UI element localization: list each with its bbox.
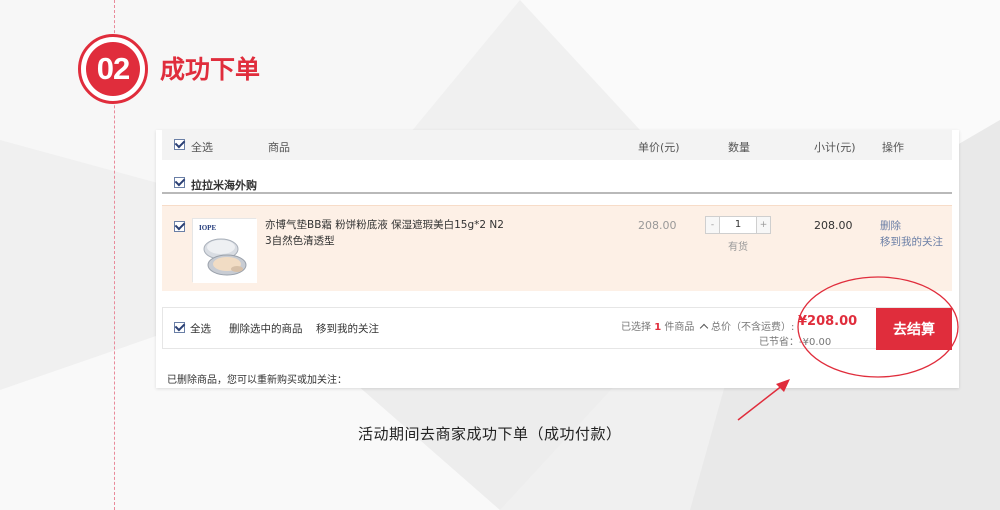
select-all-checkbox-bottom[interactable] xyxy=(174,322,185,333)
removed-items-note: 已删除商品，您可以重新购买或加关注： xyxy=(167,375,347,386)
delete-selected-link[interactable]: 删除选中的商品 xyxy=(229,321,303,336)
qty-increase-button[interactable]: + xyxy=(757,217,770,233)
cushion-compact-image: IOPE xyxy=(193,219,257,283)
qty-input[interactable]: 1 xyxy=(719,217,757,233)
move-to-favorites-link[interactable]: 移到我的关注 xyxy=(880,234,943,249)
column-unit-price: 单价(元) xyxy=(638,141,680,154)
step-title: 成功下单 xyxy=(160,55,261,84)
column-actions: 操作 xyxy=(882,141,904,154)
select-all-checkbox-top[interactable] xyxy=(174,139,185,150)
delete-item-link[interactable]: 删除 xyxy=(880,218,901,233)
item-checkbox[interactable] xyxy=(174,221,185,232)
column-product: 商品 xyxy=(268,141,290,154)
cart-item-row: IOPE 亦博气垫BB霜 粉饼粉底液 保湿遮瑕美白15g*2 N2 3自然色清透… xyxy=(162,205,952,291)
cart-header: 全选 商品 单价(元) 数量 小计(元) 操作 xyxy=(162,130,952,160)
cart-panel: 全选 商品 单价(元) 数量 小计(元) 操作 拉拉米海外购 IOPE 亦博气垫… xyxy=(156,130,959,388)
selected-count: 1 xyxy=(654,322,662,333)
stock-status: 有货 xyxy=(728,242,748,253)
total-amount: ¥208.00 xyxy=(798,314,858,329)
cart-footer: 全选 删除选中的商品 移到我的关注 已选择 1 件商品 总价（不含运费）: ¥2… xyxy=(162,307,952,350)
total-label: 总价（不含运费）: xyxy=(711,322,795,333)
column-quantity: 数量 xyxy=(728,141,750,154)
saved-amount: 已节省：-¥0.00 xyxy=(759,337,832,348)
item-subtotal: 208.00 xyxy=(814,219,853,232)
product-thumbnail[interactable]: IOPE xyxy=(192,218,257,283)
selected-count-info[interactable]: 已选择 1 件商品 xyxy=(621,318,708,333)
product-name[interactable]: 亦博气垫BB霜 粉饼粉底液 保湿遮瑕美白15g*2 N2 3自然色清透型 xyxy=(265,217,505,249)
step-badge: 02 xyxy=(78,34,148,104)
product-brand-mark: IOPE xyxy=(199,224,216,232)
store-name[interactable]: 拉拉米海外购 xyxy=(191,177,257,193)
select-all-label-top: 全选 xyxy=(191,141,213,154)
chevron-up-icon xyxy=(699,323,708,333)
move-selected-to-favorites-link[interactable]: 移到我的关注 xyxy=(316,321,379,336)
qty-decrease-button[interactable]: - xyxy=(706,217,719,233)
item-unit-price: 208.00 xyxy=(638,219,677,232)
column-subtotal: 小计(元) xyxy=(814,141,856,154)
checkout-button[interactable]: 去结算 xyxy=(876,308,952,350)
instruction-caption: 活动期间去商家成功下单（成功付款） xyxy=(358,425,622,443)
store-checkbox[interactable] xyxy=(174,177,185,188)
step-number: 02 xyxy=(86,42,140,96)
store-row: 拉拉米海外购 xyxy=(162,168,952,194)
quantity-stepper: - 1 + xyxy=(705,216,771,234)
select-all-label-bottom[interactable]: 全选 xyxy=(190,321,211,336)
